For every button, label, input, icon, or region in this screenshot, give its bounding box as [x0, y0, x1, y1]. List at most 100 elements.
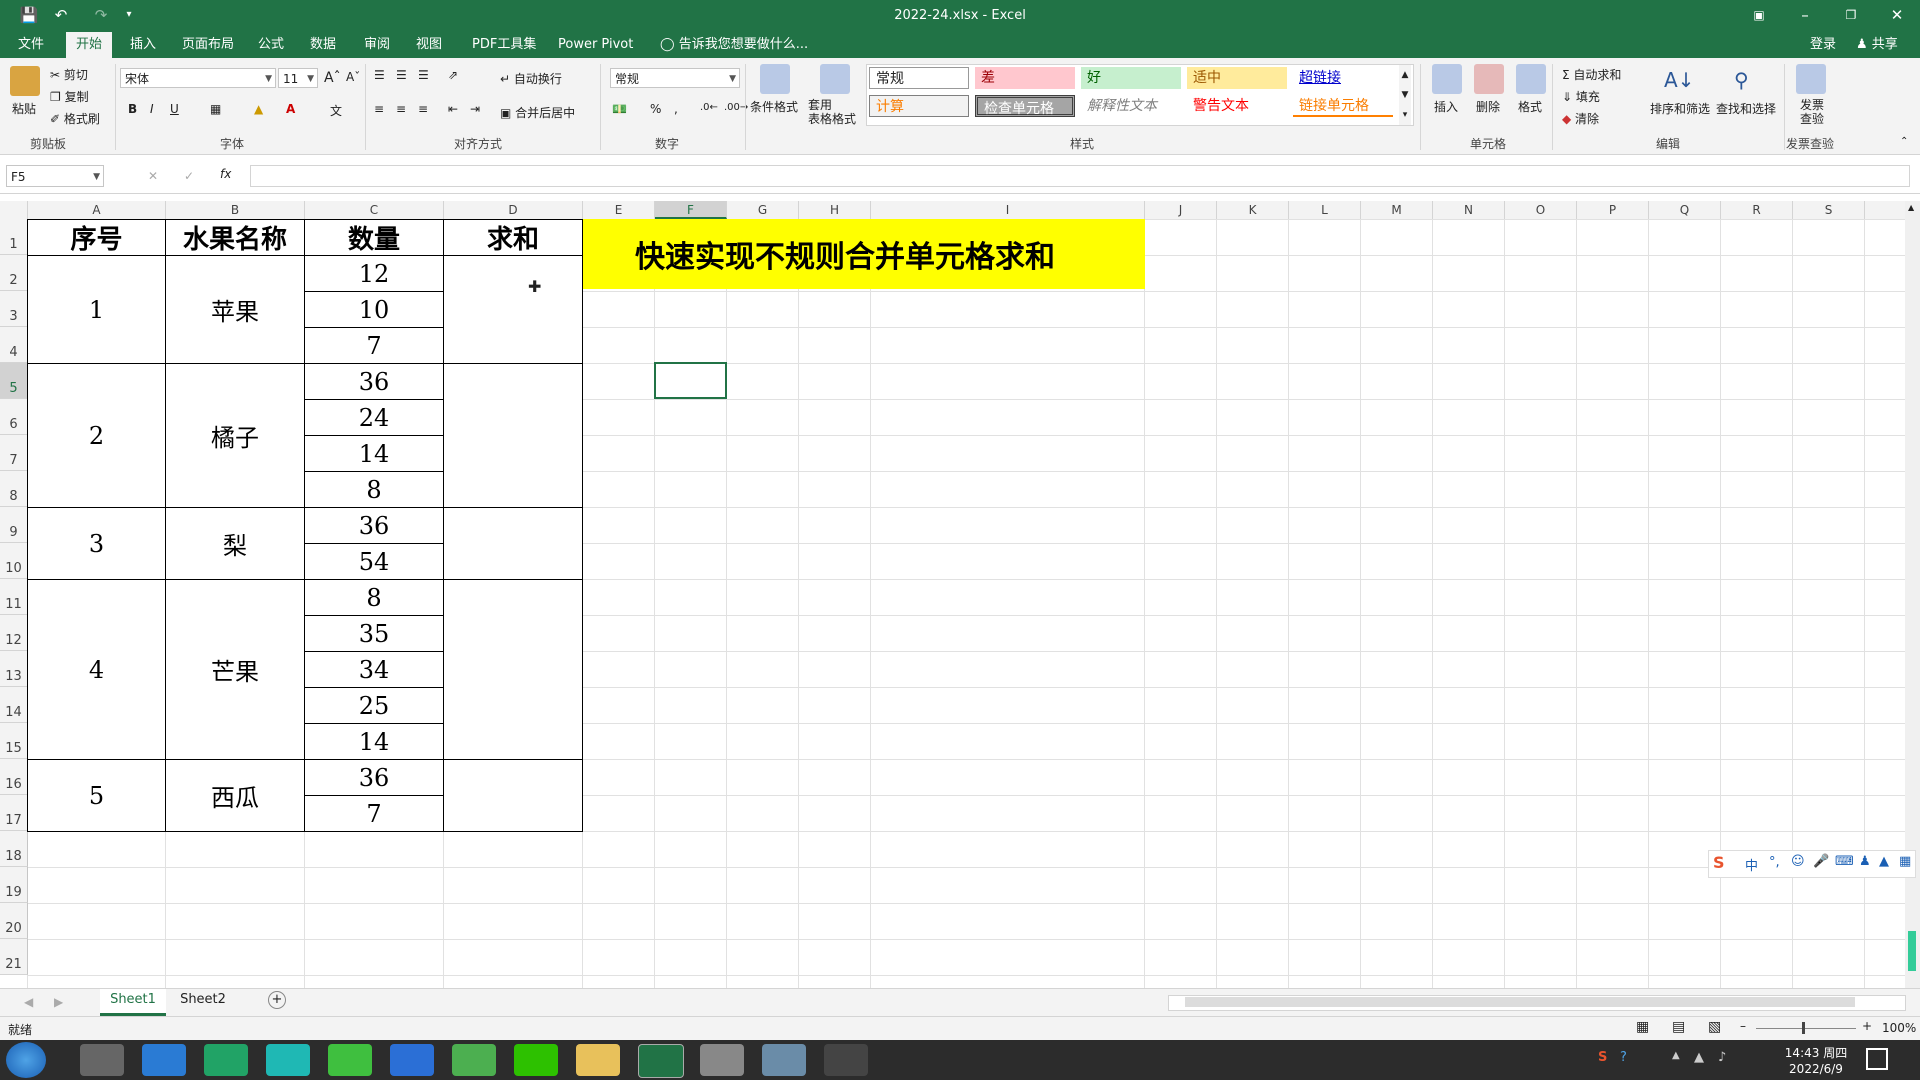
qty-cell[interactable]: 10: [304, 291, 444, 328]
notification-icon[interactable]: [1866, 1048, 1888, 1070]
table-format-icon[interactable]: [820, 64, 850, 94]
currency-icon[interactable]: 💵: [612, 102, 627, 116]
taskbar-app-icon[interactable]: [204, 1044, 248, 1076]
taskbar-app-icon[interactable]: [328, 1044, 372, 1076]
row-header-2[interactable]: 2: [0, 255, 28, 291]
paste-button[interactable]: 粘贴: [12, 100, 36, 117]
row-header-20[interactable]: 20: [0, 903, 28, 939]
column-header-g[interactable]: G: [727, 201, 799, 219]
increase-decimal-icon[interactable]: .0←: [700, 102, 718, 113]
bold-button[interactable]: B: [128, 102, 137, 116]
copy-button[interactable]: ❐ 复制: [50, 88, 89, 105]
qty-cell[interactable]: 35: [304, 615, 444, 652]
format-painter-button[interactable]: ✐ 格式刷: [50, 110, 100, 127]
tell-me-box[interactable]: ◯ 告诉我您想要做什么...: [650, 32, 818, 58]
qty-cell[interactable]: 34: [304, 651, 444, 688]
taskbar-app-icon[interactable]: [390, 1044, 434, 1076]
clock-time[interactable]: 14:43 周四: [1776, 1044, 1856, 1061]
indent-increase-icon[interactable]: ⇥: [470, 102, 480, 116]
active-cell-f5[interactable]: [654, 362, 727, 399]
column-header-i[interactable]: I: [871, 201, 1145, 219]
align-bottom-icon[interactable]: ☰: [418, 68, 429, 82]
column-header-k[interactable]: K: [1217, 201, 1289, 219]
conditional-format-button[interactable]: 条件格式: [750, 98, 798, 115]
page-break-view-icon[interactable]: ▧: [1708, 1019, 1721, 1035]
row-header-7[interactable]: 7: [0, 435, 28, 471]
conditional-format-icon[interactable]: [760, 64, 790, 94]
row-header-11[interactable]: 11: [0, 579, 28, 615]
qty-cell[interactable]: 36: [304, 363, 444, 400]
row-header-17[interactable]: 17: [0, 795, 28, 831]
sum-cell[interactable]: [443, 255, 583, 364]
excel-icon[interactable]: [638, 1044, 684, 1078]
next-sheet-icon[interactable]: ▶: [54, 995, 63, 1009]
column-header-r[interactable]: R: [1721, 201, 1793, 219]
tab-data[interactable]: 数据: [300, 32, 346, 58]
fruit-cell[interactable]: 橘子: [165, 363, 305, 508]
column-header-a[interactable]: A: [28, 201, 166, 219]
invoice-check-button[interactable]: 发票 查验: [1800, 98, 1824, 126]
qty-header[interactable]: 数量: [304, 219, 444, 256]
seq-cell[interactable]: 3: [27, 507, 166, 580]
seq-cell[interactable]: 2: [27, 363, 166, 508]
close-icon[interactable]: ✕: [1884, 4, 1910, 26]
ime-punct-icon[interactable]: °,: [1769, 855, 1780, 870]
column-header-h[interactable]: H: [799, 201, 871, 219]
table-format-button[interactable]: 套用 表格格式: [808, 98, 856, 126]
sum-cell[interactable]: [443, 759, 583, 832]
taskbar-app-icon[interactable]: [266, 1044, 310, 1076]
comma-button[interactable]: ,: [674, 102, 678, 116]
fill-color-icon[interactable]: ▲: [254, 102, 263, 116]
tray-help-icon[interactable]: ?: [1620, 1050, 1627, 1065]
ime-keyboard-icon[interactable]: ⌨: [1835, 854, 1854, 869]
insert-function-icon[interactable]: fx: [220, 167, 231, 181]
fill-button[interactable]: ⇓ 填充: [1562, 88, 1600, 105]
zoom-out-icon[interactable]: –: [1740, 1019, 1746, 1033]
ime-user-icon[interactable]: ♟: [1859, 854, 1871, 869]
font-size-select[interactable]: 11 ▼: [278, 68, 318, 88]
h-scroll-thumb[interactable]: [1185, 997, 1855, 1007]
delete-cells-button[interactable]: 删除: [1476, 98, 1500, 115]
enter-icon[interactable]: ✓: [184, 169, 194, 183]
seq-cell[interactable]: 1: [27, 255, 166, 364]
column-header-p[interactable]: P: [1577, 201, 1649, 219]
qty-cell[interactable]: 54: [304, 543, 444, 580]
delete-cells-icon[interactable]: [1474, 64, 1504, 94]
style-explanatory[interactable]: 解释性文本: [1081, 95, 1181, 117]
row-header-12[interactable]: 12: [0, 615, 28, 651]
cut-button[interactable]: ✂ 剪切: [50, 66, 88, 83]
tab-view[interactable]: 视图: [406, 32, 452, 58]
scroll-thumb[interactable]: [1908, 931, 1916, 971]
column-header-l[interactable]: L: [1289, 201, 1361, 219]
ime-skin-icon[interactable]: ▲: [1879, 854, 1889, 869]
cancel-icon[interactable]: ✕: [148, 169, 158, 183]
style-calculation[interactable]: 计算: [869, 95, 969, 117]
row-header-21[interactable]: 21: [0, 939, 28, 975]
number-format-select[interactable]: 常规 ▼: [610, 68, 740, 88]
row-header-10[interactable]: 10: [0, 543, 28, 579]
zoom-level[interactable]: 100%: [1882, 1021, 1916, 1035]
style-hyperlink[interactable]: 超链接: [1293, 67, 1393, 89]
row-header-13[interactable]: 13: [0, 651, 28, 687]
clock-date[interactable]: 2022/6/9: [1776, 1062, 1856, 1076]
column-header-d[interactable]: D: [444, 201, 583, 219]
format-cells-button[interactable]: 格式: [1518, 98, 1542, 115]
row-header-6[interactable]: 6: [0, 399, 28, 435]
share-button[interactable]: ♟ 共享: [1846, 32, 1908, 58]
sort-filter-button[interactable]: 排序和筛选: [1650, 100, 1710, 117]
row-header-14[interactable]: 14: [0, 687, 28, 723]
explorer-icon[interactable]: [576, 1044, 620, 1076]
worksheet-grid[interactable]: 1 2 3 4 5 6 7 8 9 10 11 12 13 14 15 16 17 18 19 20 21 序号 水果名称数…: [0, 219, 1905, 988]
qty-cell[interactable]: 7: [304, 795, 444, 832]
name-box[interactable]: F5 ▼: [6, 165, 104, 187]
fruit-cell[interactable]: 芒果: [165, 579, 305, 760]
column-header-m[interactable]: M: [1361, 201, 1433, 219]
gallery-scroll[interactable]: ▲ ▼ ▾: [1399, 65, 1411, 125]
shrink-font-icon[interactable]: Aˇ: [346, 70, 360, 84]
column-header-e[interactable]: E: [583, 201, 655, 219]
tab-file[interactable]: 文件: [8, 32, 54, 58]
font-color-icon[interactable]: A: [286, 102, 295, 116]
wrap-text-button[interactable]: ↵ 自动换行: [500, 70, 562, 87]
zoom-in-icon[interactable]: +: [1862, 1019, 1872, 1033]
tray-sogou-icon[interactable]: S: [1598, 1050, 1607, 1065]
